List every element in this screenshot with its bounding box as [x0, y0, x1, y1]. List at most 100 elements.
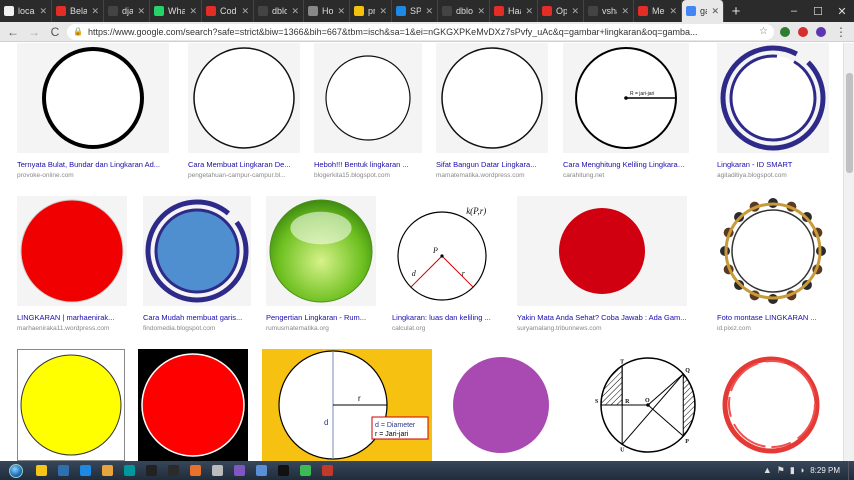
tab-close-icon[interactable]: ✕	[525, 6, 533, 17]
browser-tab[interactable]: How to✕	[304, 0, 350, 22]
result-title[interactable]: Sifat Bangun Datar Lingkara...	[436, 160, 548, 169]
result-thumbnail[interactable]	[314, 43, 422, 153]
new-tab-button[interactable]: +	[724, 0, 748, 22]
taskbar-app-icon[interactable]	[294, 462, 316, 479]
result-source[interactable]: suryamalang.tribunnews.com	[517, 325, 687, 332]
back-arrow-icon[interactable]: ←	[4, 23, 22, 41]
menu-icon[interactable]: ⋮	[832, 23, 850, 41]
taskbar-app-icon[interactable]	[250, 462, 272, 479]
browser-tab[interactable]: OpenC✕	[538, 0, 584, 22]
result-title[interactable]: Cara Mudah membuat garis...	[143, 313, 251, 322]
result-title[interactable]: Pengertian Lingkaran - Rum...	[266, 313, 376, 322]
taskbar-app-icon[interactable]	[96, 462, 118, 479]
taskbar-app-icon[interactable]	[30, 462, 52, 479]
clock[interactable]: 8:29 PM	[810, 466, 840, 475]
tab-close-icon[interactable]: ✕	[379, 6, 387, 17]
browser-tab[interactable]: dbloisi✕	[438, 0, 490, 22]
browser-tab[interactable]: Mende ✕	[634, 0, 682, 22]
browser-tab[interactable]: profs. ✕	[350, 0, 392, 22]
result-source[interactable]: agitaditiya.blogspot.com	[717, 172, 829, 179]
result-thumbnail[interactable]	[188, 43, 300, 153]
tab-close-icon[interactable]: ✕	[241, 6, 249, 17]
tray-icon[interactable]: ▮	[790, 465, 795, 476]
result-title[interactable]: Cara Membuat Lingkaran De...	[188, 160, 300, 169]
result-title[interactable]: Heboh!!! Bentuk lingkaran ...	[314, 160, 422, 169]
result-title[interactable]: LINGKARAN | marhaenirak...	[17, 313, 127, 322]
result-title[interactable]: Yakin Mata Anda Sehat? Coba Jawab : Ada …	[517, 313, 687, 322]
taskbar-app-icon[interactable]	[228, 462, 250, 479]
result-source[interactable]: pengetahuan-campur-campur.bl...	[188, 172, 300, 179]
tab-close-icon[interactable]: ✕	[425, 6, 433, 17]
result-thumbnail[interactable]	[17, 196, 127, 306]
result-thumbnail[interactable]	[436, 43, 548, 153]
tab-close-icon[interactable]: ✕	[571, 6, 579, 17]
browser-tab[interactable]: Haar C ✕	[490, 0, 538, 22]
bookmark-star-icon[interactable]: ☆	[759, 26, 768, 37]
result-thumbnail[interactable]	[138, 349, 248, 461]
extension-icon[interactable]	[795, 24, 811, 40]
result-thumbnail[interactable]	[446, 349, 556, 461]
address-bar[interactable]: 🔒 https://www.google.com/search?safe=str…	[67, 23, 774, 40]
tab-close-icon[interactable]: ✕	[189, 6, 197, 17]
result-source[interactable]: id.pixiz.com	[717, 325, 829, 332]
result-thumbnail[interactable]	[717, 43, 829, 153]
browser-tab[interactable]: gar ✕	[682, 0, 724, 22]
minimize-icon[interactable]: –	[782, 5, 806, 17]
browser-tab[interactable]: django✕	[104, 0, 150, 22]
result-thumbnail[interactable]	[17, 43, 169, 153]
result-thumbnail[interactable]: TQSROUP	[593, 349, 703, 461]
result-thumbnail[interactable]	[717, 196, 829, 306]
result-thumbnail[interactable]	[266, 196, 376, 306]
browser-tab[interactable]: Coding ✕	[202, 0, 254, 22]
result-source[interactable]: calculat.org	[392, 325, 500, 332]
result-title[interactable]: Ternyata Bulat, Bundar dan Lingkaran Ad.…	[17, 160, 169, 169]
result-thumbnail[interactable]	[143, 196, 251, 306]
result-source[interactable]: carahitung.net	[563, 172, 689, 179]
tray-icon[interactable]: ◗	[800, 465, 805, 476]
show-desktop-button[interactable]	[848, 461, 854, 480]
maximize-icon[interactable]: ☐	[806, 5, 830, 18]
taskbar-app-icon[interactable]	[162, 462, 184, 479]
window-close-icon[interactable]: ✕	[830, 5, 854, 18]
taskbar-app-icon[interactable]	[140, 462, 162, 479]
result-thumbnail[interactable]: R = jari-jari	[563, 43, 689, 153]
tab-close-icon[interactable]: ✕	[91, 6, 99, 17]
browser-tab[interactable]: Belajar ✕	[52, 0, 104, 22]
result-title[interactable]: Lingkaran - ID SMART	[717, 160, 829, 169]
result-title[interactable]: Lingkaran: luas dan keliling ...	[392, 313, 500, 322]
page-scrollbar[interactable]	[843, 43, 854, 461]
taskbar-app-icon[interactable]	[74, 462, 96, 479]
taskbar-app-icon[interactable]	[316, 462, 338, 479]
taskbar-app-icon[interactable]	[184, 462, 206, 479]
result-title[interactable]: Cara Menghitung Keliling Lingkaran ...	[563, 160, 689, 169]
extension-icon[interactable]	[777, 24, 793, 40]
tab-close-icon[interactable]: ✕	[39, 6, 47, 17]
tab-close-icon[interactable]: ✕	[137, 6, 145, 17]
tab-close-icon[interactable]: ✕	[477, 6, 485, 17]
result-thumbnail[interactable]	[717, 349, 825, 461]
scrollbar-thumb[interactable]	[846, 73, 853, 173]
browser-tab[interactable]: dbloisi✕	[254, 0, 304, 22]
result-source[interactable]: rumusmatematika.org	[266, 325, 376, 332]
tab-close-icon[interactable]: ✕	[291, 6, 299, 17]
result-thumbnail[interactable]: r d d = Diameter r = Jari-jari	[262, 349, 432, 461]
tab-close-icon[interactable]: ✕	[669, 6, 677, 17]
browser-tab[interactable]: Whats ✕	[150, 0, 202, 22]
tab-close-icon[interactable]: ✕	[711, 6, 719, 17]
result-source[interactable]: provoke-online.com	[17, 172, 169, 179]
taskbar-app-icon[interactable]	[272, 462, 294, 479]
result-source[interactable]: marhaeniraka11.wordpress.com	[17, 325, 127, 332]
reload-icon[interactable]: C	[46, 23, 64, 41]
result-thumbnail[interactable]: k(P,r) Pd r	[392, 196, 500, 306]
tray-icon[interactable]: ▲	[763, 465, 772, 476]
start-button[interactable]	[2, 462, 30, 480]
result-title[interactable]: Foto montase LINGKARAN ...	[717, 313, 829, 322]
forward-arrow-icon[interactable]: →	[25, 23, 43, 41]
browser-tab[interactable]: localho ✕	[0, 0, 52, 22]
result-source[interactable]: findomedia.blogspot.com	[143, 325, 251, 332]
tab-close-icon[interactable]: ✕	[621, 6, 629, 17]
result-source[interactable]: blogerkita15.blogspot.com	[314, 172, 422, 179]
taskbar-app-icon[interactable]	[118, 462, 140, 479]
tab-close-icon[interactable]: ✕	[337, 6, 345, 17]
tray-icon[interactable]: ⚑	[777, 465, 785, 476]
